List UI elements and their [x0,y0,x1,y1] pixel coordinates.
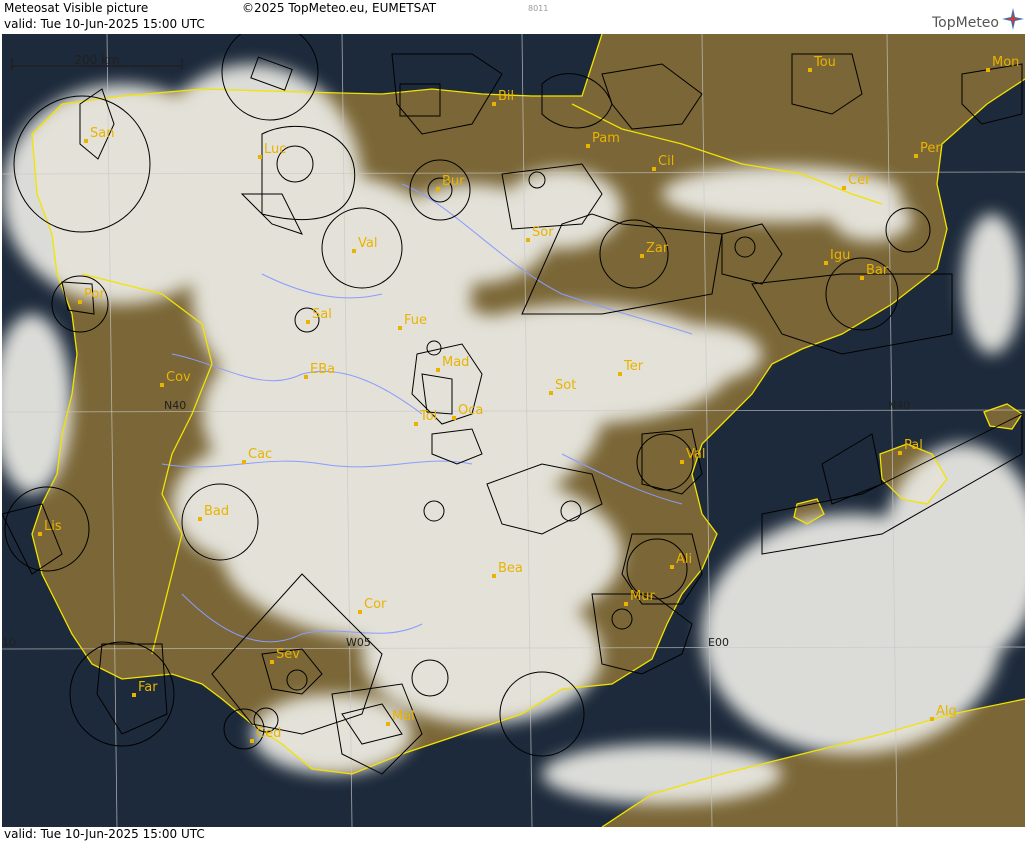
city-label-mon: Mon [992,55,1019,70]
city-marker-mur [624,602,628,606]
city-label-alg: Alg [936,704,957,719]
city-label-cor: Cor [364,597,387,612]
grid-label-w05: W05 [346,636,371,649]
city-label-pal: Pal [904,438,923,453]
city-label-sor: Sor [532,225,554,240]
city-marker-san [84,139,88,143]
city-marker-mon [986,68,990,72]
city-label-per: Per [920,141,941,156]
header-bar: Meteosat Visible picture valid: Tue 10-J… [0,0,1027,34]
city-label-bur: Bur [442,174,465,189]
city-marker-bil [492,102,496,106]
city-label-ali: Ali [676,552,692,567]
city-label-cil: Cil [658,154,674,169]
city-marker-bad [198,517,202,521]
city-marker-ter [618,372,622,376]
city-marker-ali [670,565,674,569]
city-label-val1: Val [358,236,377,251]
city-label-cer: Cer [848,173,871,188]
city-label-bar: Bar [866,263,889,278]
compass-star-icon [1002,8,1024,30]
city-marker-bar [860,276,864,280]
city-label-tou: Tou [813,55,836,70]
city-label-bea: Bea [498,561,523,576]
city-label-bad: Bad [204,504,229,519]
city-marker-igu [824,261,828,265]
city-label-oca: Oca [458,403,483,418]
city-label-igu: Igu [830,248,850,263]
city-marker-cil [652,167,656,171]
city-label-luc: Luc [264,142,286,157]
city-marker-sal [306,320,310,324]
city-label-fue: Fue [404,313,427,328]
city-marker-sot [549,391,553,395]
city-marker-oca [452,416,456,420]
city-marker-fue [398,326,402,330]
city-marker-ced [250,739,254,743]
city-marker-luc [258,155,262,159]
valid-time-top: valid: Tue 10-Jun-2025 15:00 UTC [4,17,205,31]
grid-label-n40-west: N40 [164,399,186,412]
grid-label-e00: E00 [708,636,729,649]
city-marker-zar [640,254,644,258]
scale-label: 200 km [74,53,119,67]
satellite-map[interactable]: 200 km N40 N40 W05 E00 10 San Luc Bil Tou Mo… [2,34,1025,827]
city-label-ced: Ced [256,726,281,741]
city-marker-pal [898,451,902,455]
city-marker-alg [930,717,934,721]
city-marker-val2 [680,460,684,464]
footer-bar: valid: Tue 10-Jun-2025 15:00 UTC [0,827,1027,843]
city-label-san: San [90,126,114,141]
city-marker-eba [304,375,308,379]
copyright-text: ©2025 TopMeteo.eu, EUMETSAT [242,1,437,15]
city-marker-por [78,300,82,304]
city-marker-far [132,693,136,697]
city-marker-mal [386,722,390,726]
topmeteo-logo: TopMeteo [932,15,999,31]
city-marker-sor [526,238,530,242]
city-label-cov: Cov [166,370,191,385]
city-marker-cov [160,383,164,387]
city-marker-sev [270,660,274,664]
city-marker-cor [358,610,362,614]
city-label-pam: Pam [592,131,620,146]
city-label-mad: Mad [442,355,469,370]
city-marker-bur [436,187,440,191]
valid-time-bottom: valid: Tue 10-Jun-2025 15:00 UTC [4,827,205,841]
image-code: 8011 [528,4,549,13]
city-marker-cac [242,460,246,464]
city-label-sev: Sev [276,647,300,662]
city-marker-mad [436,368,440,372]
grid-label-n40-east: N40 [888,399,910,412]
city-label-sot: Sot [555,378,576,393]
city-label-sal: Sal [312,307,332,322]
city-label-eba: EBa [310,362,335,377]
city-marker-bea [492,574,496,578]
city-label-por: Por [84,287,105,302]
city-label-zar: Zar [646,241,669,256]
city-label-cac: Cac [248,447,272,462]
city-label-mal: Mal [392,709,415,724]
city-marker-cer [842,186,846,190]
city-label-bil: Bil [498,89,514,104]
city-label-ter: Ter [623,359,644,374]
city-label-lis: Lis [44,519,62,534]
grid-label-w10: 10 [2,636,16,649]
city-marker-per [914,154,918,158]
city-marker-val1 [352,249,356,253]
city-marker-pam [586,144,590,148]
city-label-far: Far [138,680,158,695]
city-marker-tou [808,68,812,72]
city-label-val2: Val [686,447,705,462]
city-marker-lis [38,532,42,536]
city-label-tol: Tol [419,409,437,424]
city-marker-tol [414,422,418,426]
map-title: Meteosat Visible picture [4,1,149,15]
city-label-mur: Mur [630,589,655,604]
